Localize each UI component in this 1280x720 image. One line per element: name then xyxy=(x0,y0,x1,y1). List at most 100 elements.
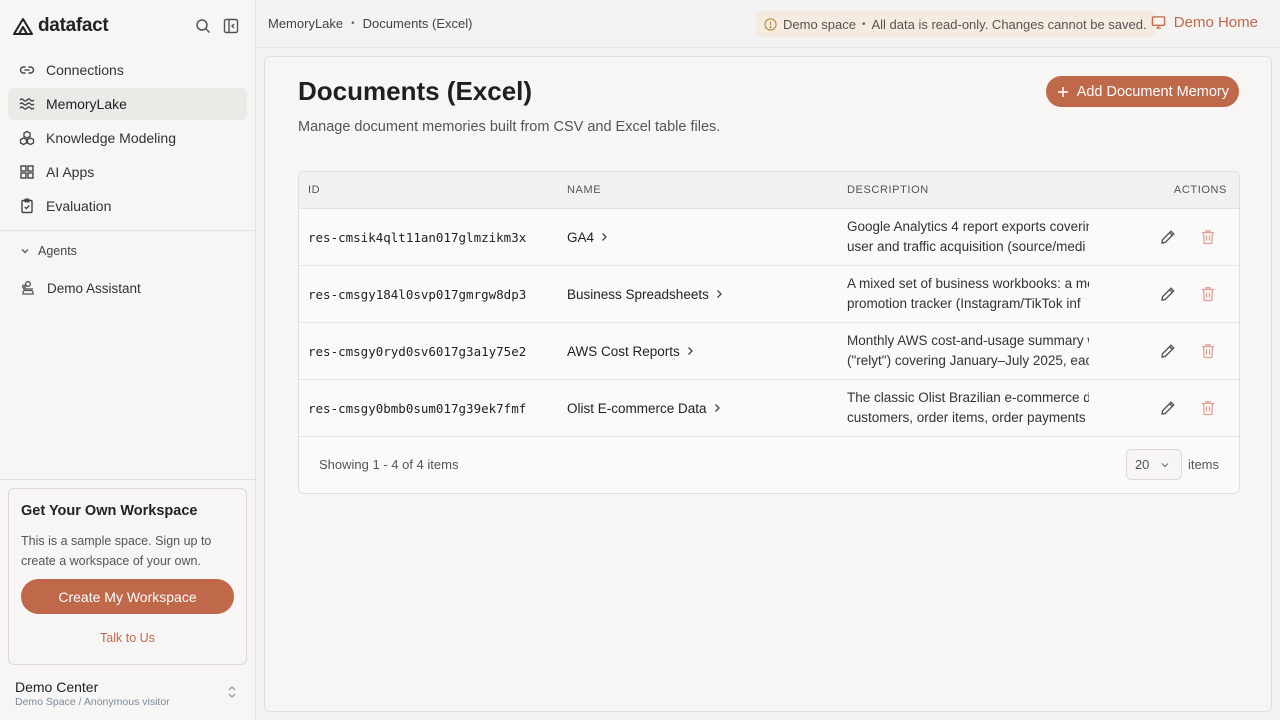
breadcrumb-item-memorylake[interactable]: MemoryLake xyxy=(268,16,343,31)
row-description: Monthly AWS cost-and-usage summary w ("r… xyxy=(838,331,1143,371)
page-size-control: 20 items xyxy=(1125,449,1219,480)
sidebar-item-label: Connections xyxy=(46,62,124,78)
demo-center-subtitle: Demo Space / Anonymous visitor xyxy=(15,696,170,708)
sidebar-item-label: AI Apps xyxy=(46,164,95,180)
sidebar-item-label: MemoryLake xyxy=(46,96,127,112)
sidebar-item-memorylake[interactable]: MemoryLake xyxy=(8,88,247,120)
row-actions xyxy=(1143,342,1239,360)
grid-icon xyxy=(20,165,34,179)
demo-space-banner: Demo space • All data is read-only. Chan… xyxy=(756,11,1155,37)
sidebar-item-label: Knowledge Modeling xyxy=(46,130,176,146)
row-description: The classic Olist Brazilian e-commerce d… xyxy=(838,388,1143,428)
main-panel: Documents (Excel) Manage document memori… xyxy=(264,56,1272,712)
chevron-right-icon xyxy=(714,404,720,412)
page-size-suffix: items xyxy=(1187,457,1219,472)
row-description-line: Google Analytics 4 report exports coveri… xyxy=(847,219,1089,234)
sidebar-item-evaluation[interactable]: Evaluation xyxy=(8,190,247,222)
chevron-down-icon xyxy=(1161,462,1169,467)
row-description-line: A mixed set of business workbooks: a me xyxy=(847,276,1089,291)
datafact-logo-icon xyxy=(13,18,33,35)
row-description: Google Analytics 4 report exports coveri… xyxy=(838,217,1143,257)
talk-to-us-link[interactable]: Talk to Us xyxy=(21,631,234,645)
sidebar-item-label: Evaluation xyxy=(46,198,112,214)
trash-icon[interactable] xyxy=(1199,399,1217,417)
logo[interactable]: datafact xyxy=(12,15,109,37)
edit-icon[interactable] xyxy=(1159,228,1177,246)
chevron-right-icon xyxy=(687,347,693,355)
row-actions xyxy=(1143,399,1239,417)
sidebar-item-knowledge-modeling[interactable]: Knowledge Modeling xyxy=(8,122,247,154)
chevron-up-down-icon[interactable] xyxy=(227,684,237,700)
page-size-value: 20 xyxy=(1134,457,1150,472)
sidebar-item-connections[interactable]: Connections xyxy=(8,54,247,86)
sidebar-item-ai-apps[interactable]: AI Apps xyxy=(8,156,247,188)
row-id: res-cmsgy0ryd0sv6017g3a1y75e2 xyxy=(308,343,527,359)
pagination-summary: Showing 1 - 4 of 4 items xyxy=(319,457,459,472)
banner-text: All data is read-only. Changes cannot be… xyxy=(871,16,1147,32)
chevron-right-icon xyxy=(716,290,722,298)
row-actions xyxy=(1143,228,1239,246)
edit-icon[interactable] xyxy=(1159,342,1177,360)
add-document-memory-button[interactable]: Add Document Memory xyxy=(1045,76,1239,107)
row-description-line: user and traffic acquisition (source/med… xyxy=(847,239,1086,254)
row-name-link[interactable]: AWS Cost Reports xyxy=(558,344,838,359)
logo-text: datafact xyxy=(38,15,109,36)
sidebar-divider xyxy=(0,230,255,231)
row-name: Olist E-commerce Data xyxy=(567,400,707,416)
monitor-icon xyxy=(1151,16,1166,29)
cubes-icon xyxy=(19,130,35,146)
create-workspace-button[interactable]: Create My Workspace xyxy=(21,579,234,614)
table-header: ID NAME DESCRIPTION ACTIONS xyxy=(299,172,1239,209)
row-id: res-cmsik4qlt11an017glmzikm3x xyxy=(308,229,527,245)
add-button-label: Add Document Memory xyxy=(1076,83,1229,100)
column-header-description: DESCRIPTION xyxy=(847,184,929,196)
waves-icon xyxy=(19,98,35,110)
edit-icon[interactable] xyxy=(1159,399,1177,417)
column-header-actions: ACTIONS xyxy=(1173,184,1227,196)
column-header-id: ID xyxy=(308,184,321,196)
row-description-line: ("relyt") covering January–July 2025, ea… xyxy=(847,353,1089,368)
page-title: Documents (Excel) xyxy=(298,76,533,106)
breadcrumb-item-current: Documents (Excel) xyxy=(362,16,473,31)
row-name: AWS Cost Reports xyxy=(567,343,680,359)
row-name-link[interactable]: Business Spreadsheets xyxy=(558,287,838,302)
table-row: res-cmsgy0ryd0sv6017g3a1y75e2 AWS Cost R… xyxy=(299,323,1239,380)
table-row: res-cmsgy0bmb0sum017g39ek7fmf Olist E-co… xyxy=(299,380,1239,437)
collapse-sidebar-icon[interactable] xyxy=(223,18,239,34)
sidebar: datafact Connections MemoryLake Knowledg… xyxy=(0,0,256,720)
info-icon xyxy=(764,17,777,31)
trash-icon[interactable] xyxy=(1199,285,1217,303)
breadcrumb: MemoryLake • Documents (Excel) xyxy=(268,16,472,31)
agents-section-toggle[interactable]: Agents xyxy=(20,244,77,258)
sidebar-item-demo-assistant[interactable]: Demo Assistant xyxy=(8,277,247,299)
edit-icon[interactable] xyxy=(1159,285,1177,303)
row-name: GA4 xyxy=(567,229,595,245)
trash-icon[interactable] xyxy=(1199,228,1217,246)
search-icon[interactable] xyxy=(195,18,211,34)
row-name-link[interactable]: GA4 xyxy=(558,230,838,245)
page-size-select[interactable]: 20 xyxy=(1125,449,1182,480)
sidebar-bottom-divider xyxy=(0,479,255,480)
row-description-line: The classic Olist Brazilian e-commerce d xyxy=(847,390,1089,405)
workspace-card-text: This is a sample space. Sign up to creat… xyxy=(21,534,212,568)
banner-separator: • xyxy=(861,18,866,30)
table-row: res-cmsgy184l0svp017gmrgw8dp3 Business S… xyxy=(299,266,1239,323)
row-name-link[interactable]: Olist E-commerce Data xyxy=(558,401,838,416)
demo-center[interactable]: Demo Center Demo Space / Anonymous visit… xyxy=(15,679,170,708)
clipboard-icon xyxy=(21,198,33,214)
table-footer: Showing 1 - 4 of 4 items 20 items xyxy=(299,436,1239,493)
demo-home-link[interactable]: Demo Home xyxy=(1151,14,1258,31)
row-name: Business Spreadsheets xyxy=(567,286,709,302)
plus-icon xyxy=(1057,86,1068,97)
row-description: A mixed set of business workbooks: a me … xyxy=(838,274,1143,314)
demo-home-label: Demo Home xyxy=(1173,14,1258,31)
trash-icon[interactable] xyxy=(1199,342,1217,360)
row-id: res-cmsgy0bmb0sum017g39ek7fmf xyxy=(308,400,527,416)
topbar: MemoryLake • Documents (Excel) Demo spac… xyxy=(256,0,1280,48)
table-row: res-cmsik4qlt11an017glmzikm3x GA4 Google… xyxy=(299,209,1239,266)
sidebar-nav: Connections MemoryLake Knowledge Modelin… xyxy=(8,54,247,224)
row-actions xyxy=(1143,285,1239,303)
page-subtitle: Manage document memories built from CSV … xyxy=(298,119,721,135)
row-id: res-cmsgy184l0svp017gmrgw8dp3 xyxy=(308,286,527,302)
row-description-line: customers, order items, order payments xyxy=(847,410,1086,425)
